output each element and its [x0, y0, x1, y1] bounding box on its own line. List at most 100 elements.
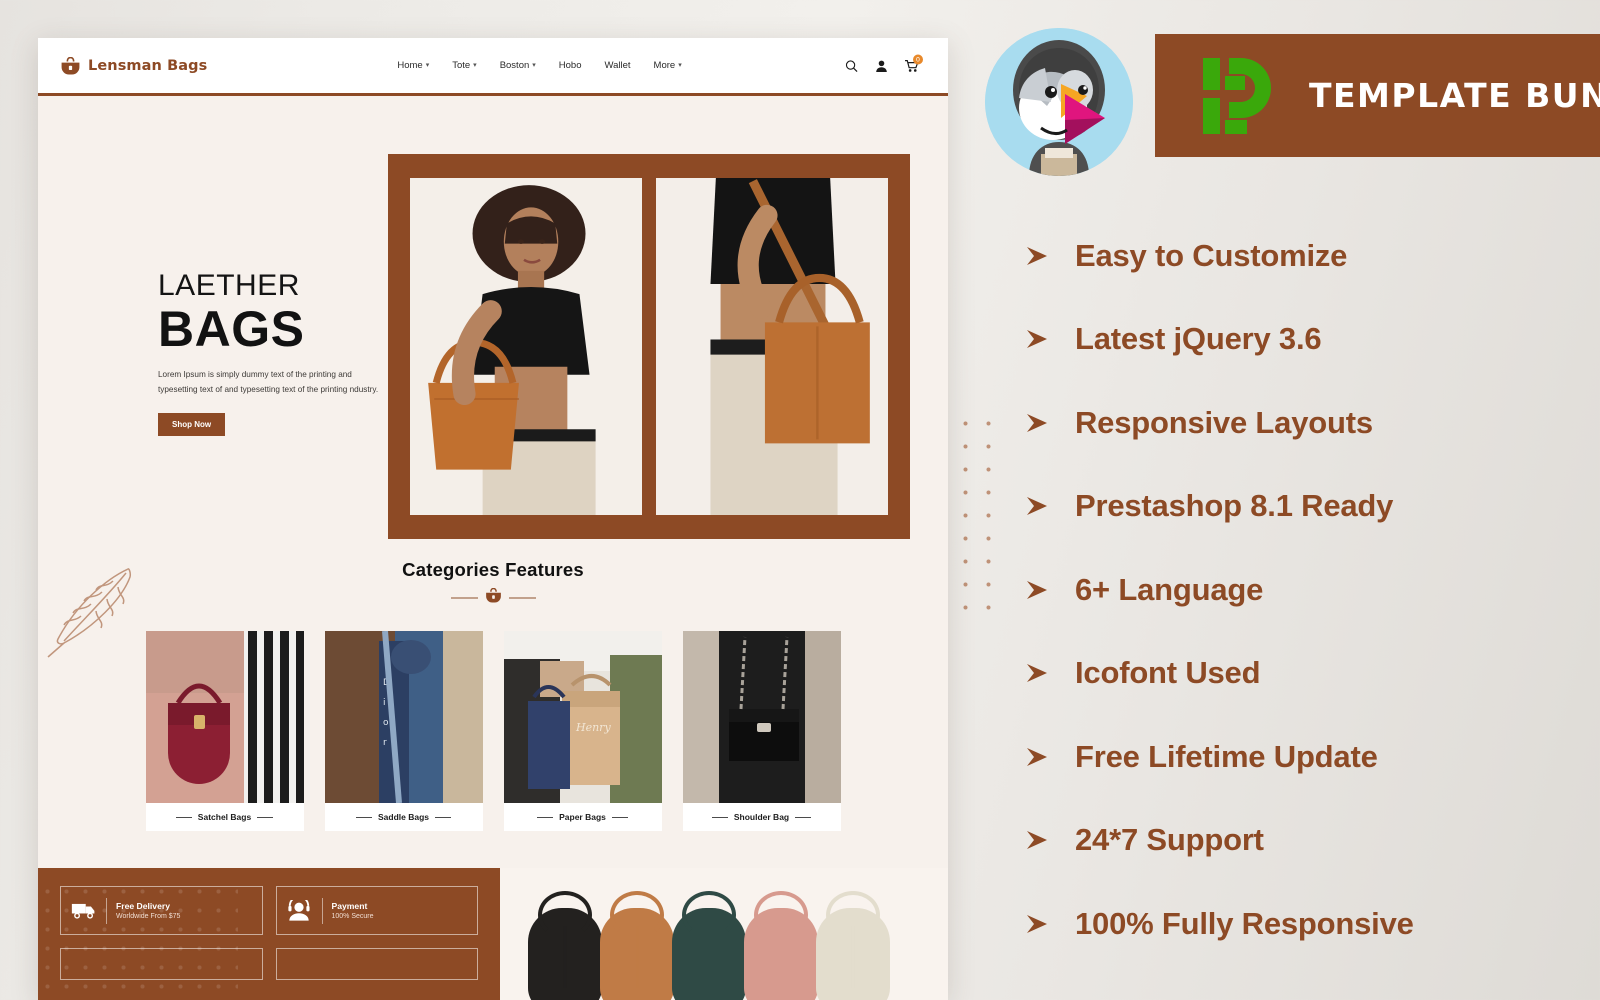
shop-now-button[interactable]: Shop Now [158, 413, 226, 437]
nav-item-home[interactable]: Home ▾ [397, 60, 429, 71]
promo-card-free-delivery: Free Delivery Worldwide From $75 [60, 886, 263, 935]
template-bunch-brand-bar: TEMPLATE BUNCH [1155, 34, 1600, 157]
feature-label: Prestashop 8.1 Ready [1075, 488, 1394, 524]
hero-section: LAETHER BAGS Lorem Ipsum is simply dummy… [38, 96, 948, 658]
arrow-bullet-icon [1025, 245, 1049, 267]
feature-item-support: 24*7 Support [1025, 799, 1600, 883]
template-bunch-b-logo [1199, 54, 1283, 138]
divider [106, 897, 107, 924]
label-line [611, 816, 628, 818]
category-card-saddle[interactable]: Di or Saddle Bags [324, 631, 483, 831]
arrow-bullet-icon [1025, 662, 1049, 684]
hero-image-frame [388, 154, 910, 539]
ornament-line [508, 597, 536, 599]
promo-text: Free Delivery Worldwide From $75 [116, 901, 180, 921]
promo-banner: Free Delivery Worldwide From $75 Payment… [38, 868, 500, 1000]
nav-label: More [653, 60, 676, 71]
user-account-icon[interactable] [875, 59, 888, 72]
feature-label: 6+ Language [1075, 571, 1264, 607]
category-label: Paper Bags [559, 812, 606, 822]
svg-text:Henry: Henry [575, 721, 611, 734]
template-bunch-name: TEMPLATE BUNCH [1309, 76, 1600, 115]
feature-label: Easy to Customize [1075, 237, 1348, 273]
hero-copy: LAETHER BAGS Lorem Ipsum is simply dummy… [158, 271, 388, 437]
main-navigation: Home ▾ Tote ▾ Boston ▾ Hobo Wallet More … [397, 60, 681, 71]
site-header: Lensman Bags Home ▾ Tote ▾ Boston ▾ Hobo… [38, 38, 948, 96]
promo-title: Free Delivery [116, 900, 170, 911]
site-logo[interactable]: Lensman Bags [60, 56, 207, 75]
prestashop-puffin-logo [985, 28, 1133, 176]
label-line [537, 816, 554, 818]
section-ornament [38, 587, 948, 608]
nav-label: Hobo [558, 60, 582, 71]
promo-card-grid: Free Delivery Worldwide From $75 Payment… [60, 886, 478, 980]
nav-label: Home [397, 60, 423, 71]
promo-subtitle: Worldwide From $75 [116, 913, 181, 921]
svg-text:r: r [383, 738, 387, 748]
category-image [682, 631, 841, 803]
hero-title: BAGS [158, 301, 305, 357]
feather-decoration-icon [40, 551, 145, 661]
nav-label: Boston [499, 60, 530, 71]
feature-label: Latest jQuery 3.6 [1075, 321, 1322, 357]
hero-image-1 [410, 178, 642, 515]
feature-label: Icofont Used [1075, 655, 1261, 691]
arrow-bullet-icon [1025, 495, 1049, 517]
hero-image-2 [656, 178, 888, 515]
chevron-down-icon: ▾ [473, 62, 477, 69]
feature-item-responsive-layouts: Responsive Layouts [1025, 381, 1600, 465]
promo-card-extra-1 [60, 948, 263, 980]
search-icon[interactable] [845, 59, 858, 72]
nav-item-more[interactable]: More ▾ [654, 60, 682, 71]
shopping-cart-icon[interactable]: 0 [905, 54, 923, 72]
nav-label: Wallet [604, 60, 631, 71]
nav-item-wallet[interactable]: Wallet [605, 60, 631, 71]
svg-text:o: o [383, 718, 389, 728]
categories-section: Categories Features Satchel Bags D i o r… [38, 541, 948, 831]
svg-text:i: i [383, 698, 386, 708]
arrow-bullet-icon [1025, 412, 1049, 434]
promo-title: Payment [331, 900, 368, 911]
nav-item-tote[interactable]: Tote ▾ [452, 60, 476, 71]
nav-label: Tote [452, 60, 471, 71]
cart-count-badge: 0 [913, 54, 923, 64]
nav-item-boston[interactable]: Boston ▾ [500, 60, 536, 71]
feature-label: 100% Fully Responsive [1075, 905, 1414, 941]
feature-item-free-lifetime-update: Free Lifetime Update [1025, 715, 1600, 799]
website-mockup: Lensman Bags Home ▾ Tote ▾ Boston ▾ Hobo… [38, 38, 948, 1000]
category-card-satchel[interactable]: Satchel Bags [145, 631, 304, 831]
bucket-bags-strip [500, 868, 948, 1000]
category-image: Di or [324, 631, 483, 803]
feature-item-latest-jquery: Latest jQuery 3.6 [1025, 298, 1600, 382]
promo-card-extra-2 [275, 948, 478, 980]
label-line [435, 816, 452, 818]
feature-item-language: 6+ Language [1025, 548, 1600, 632]
nav-item-hobo[interactable]: Hobo [559, 60, 582, 71]
bag-ornament-icon [485, 587, 502, 608]
category-card-paper[interactable]: Henry Paper Bags [503, 631, 662, 831]
divider [321, 897, 323, 924]
promo-panel: TEMPLATE BUNCH Easy to Customize Latest … [985, 28, 1600, 1000]
category-card-shoulder[interactable]: Shoulder Bag [682, 631, 841, 831]
feature-label: Responsive Layouts [1075, 404, 1373, 440]
promo-text: Payment 100% Secure [332, 901, 374, 921]
briefcase-bag-icon [60, 56, 81, 75]
bucket-bag-pink [744, 908, 818, 1000]
label-line [257, 816, 274, 818]
ornament-line [450, 597, 478, 599]
bucket-bag-cream [816, 908, 890, 1000]
category-label-row: Shoulder Bag [682, 803, 841, 831]
feature-item-fully-responsive: 100% Fully Responsive [1025, 882, 1600, 966]
category-label-row: Saddle Bags [324, 803, 483, 831]
arrow-bullet-icon [1025, 746, 1049, 768]
category-image [145, 631, 304, 803]
label-line [175, 816, 192, 818]
feature-item-easy-to-customize: Easy to Customize [1025, 214, 1600, 298]
categories-title: Categories Features [402, 559, 584, 580]
category-label-row: Paper Bags [503, 803, 662, 831]
headset-support-icon [287, 895, 313, 922]
chevron-down-icon: ▾ [678, 62, 682, 69]
hero-paragraph: Lorem Ipsum is simply dummy text of the … [158, 370, 379, 395]
arrow-bullet-icon [1025, 829, 1049, 851]
arrow-bullet-icon [1025, 579, 1049, 601]
